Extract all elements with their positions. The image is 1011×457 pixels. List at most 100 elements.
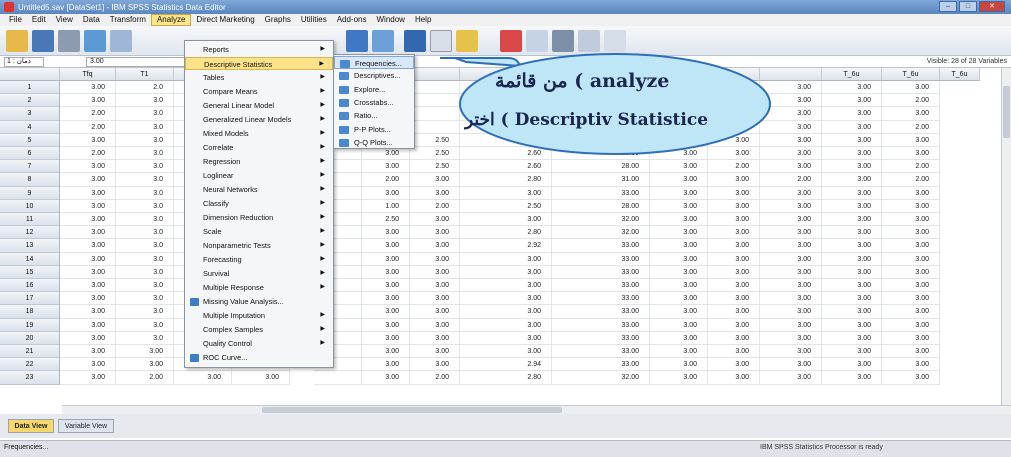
data-cell[interactable]: 3.00: [708, 371, 760, 385]
data-cell[interactable]: [552, 94, 650, 108]
data-cell[interactable]: [410, 94, 460, 108]
menu-item-classify[interactable]: Classify ▶: [185, 197, 333, 210]
data-cell[interactable]: 3.00: [650, 345, 708, 359]
data-cell[interactable]: 3.00: [460, 331, 552, 345]
data-cell[interactable]: 2.00: [760, 173, 822, 187]
open-file-icon[interactable]: [6, 30, 28, 52]
data-cell[interactable]: 3.0: [116, 305, 174, 319]
select-cases-icon[interactable]: [552, 30, 574, 52]
data-cell[interactable]: 2.00: [362, 173, 410, 187]
menu-analyze[interactable]: Analyze: [150, 14, 192, 26]
horizontal-scrollbar[interactable]: [62, 405, 1011, 414]
data-cell[interactable]: 3.00: [362, 160, 410, 174]
data-cell[interactable]: 3.00: [650, 305, 708, 319]
data-cell[interactable]: [410, 120, 460, 134]
data-cell[interactable]: 3.00: [760, 81, 822, 95]
data-cell[interactable]: 3.00: [822, 331, 882, 345]
menu-direct-marketing[interactable]: Direct Marketing: [191, 14, 259, 26]
data-cell[interactable]: 3.00: [650, 199, 708, 213]
data-cell[interactable]: 3.00: [822, 213, 882, 227]
data-cell[interactable]: 3.0: [116, 199, 174, 213]
data-cell[interactable]: 3.00: [708, 147, 760, 161]
menu-item-loglinear[interactable]: Loglinear ▶: [185, 169, 333, 182]
insert-variable-icon[interactable]: [456, 30, 478, 52]
data-cell[interactable]: 3.00: [60, 94, 116, 108]
data-cell[interactable]: 3.00: [410, 331, 460, 345]
data-cell[interactable]: 3.00: [822, 265, 882, 279]
data-cell[interactable]: 3.00: [362, 292, 410, 306]
data-cell[interactable]: 3.00: [460, 265, 552, 279]
vertical-scroll-thumb[interactable]: [1003, 86, 1010, 138]
data-cell[interactable]: 3.00: [882, 318, 940, 332]
menu-item-generalized-linear-models[interactable]: Generalized Linear Models ▶: [185, 113, 333, 126]
data-cell[interactable]: 3.00: [362, 279, 410, 293]
row-header[interactable]: 2: [0, 94, 60, 108]
submenu-item-p-p-plots[interactable]: P-P Plots...: [334, 123, 414, 136]
menu-item-dimension-reduction[interactable]: Dimension Reduction ▶: [185, 211, 333, 224]
menu-window[interactable]: Window: [371, 14, 409, 26]
data-cell[interactable]: 3.00: [708, 318, 760, 332]
data-cell[interactable]: 2.80: [460, 371, 552, 385]
data-cell[interactable]: 3.0: [116, 279, 174, 293]
menu-item-general-linear-model[interactable]: General Linear Model ▶: [185, 99, 333, 112]
data-cell[interactable]: 3.00: [60, 331, 116, 345]
menu-data[interactable]: Data: [78, 14, 105, 26]
data-cell[interactable]: 3.00: [760, 226, 822, 240]
data-cell[interactable]: 3.00: [708, 305, 760, 319]
menu-item-missing-value-analysis[interactable]: Missing Value Analysis...: [185, 295, 333, 308]
data-cell[interactable]: 3.0: [116, 239, 174, 253]
data-cell[interactable]: 3.0: [116, 265, 174, 279]
data-cell[interactable]: 2.00: [708, 160, 760, 174]
row-header[interactable]: 14: [0, 252, 60, 266]
data-cell[interactable]: 3.00: [60, 226, 116, 240]
data-cell[interactable]: 3.00: [362, 331, 410, 345]
data-cell[interactable]: 2.00: [882, 173, 940, 187]
data-cell[interactable]: 3.00: [708, 331, 760, 345]
data-cell[interactable]: 3.00: [362, 371, 410, 385]
column-header[interactable]: [410, 68, 460, 81]
data-cell[interactable]: 3.00: [760, 371, 822, 385]
data-cell[interactable]: 3.00: [650, 252, 708, 266]
data-cell[interactable]: 29.00: [552, 147, 650, 161]
data-cell[interactable]: 33.00: [552, 345, 650, 359]
menu-item-neural-networks[interactable]: Neural Networks ▶: [185, 183, 333, 196]
column-header[interactable]: T1: [116, 68, 174, 81]
data-cell[interactable]: 2.00: [650, 133, 708, 147]
data-cell[interactable]: [410, 107, 460, 121]
data-cell[interactable]: [314, 371, 362, 385]
data-cell[interactable]: 3.00: [822, 199, 882, 213]
data-cell[interactable]: 3.00: [362, 358, 410, 372]
close-button[interactable]: ✕: [979, 1, 1005, 12]
data-cell[interactable]: 2.00: [60, 107, 116, 121]
horizontal-scroll-thumb[interactable]: [262, 407, 562, 413]
row-header[interactable]: 9: [0, 186, 60, 200]
data-cell[interactable]: 2.00: [882, 160, 940, 174]
menu-item-tables[interactable]: Tables ▶: [185, 71, 333, 84]
data-cell[interactable]: 3.0: [116, 226, 174, 240]
data-cell[interactable]: 3.00: [882, 292, 940, 306]
data-cell[interactable]: 3.00: [822, 81, 882, 95]
submenu-item-ratio[interactable]: Ratio...: [334, 109, 414, 122]
data-cell[interactable]: 3.0: [116, 107, 174, 121]
data-cell[interactable]: 2.60: [460, 160, 552, 174]
menu-item-regression[interactable]: Regression ▶: [185, 155, 333, 168]
data-cell[interactable]: 34.00: [552, 133, 650, 147]
data-cell[interactable]: 3.00: [410, 252, 460, 266]
row-header[interactable]: 19: [0, 318, 60, 332]
data-cell[interactable]: [410, 81, 460, 95]
row-header[interactable]: 5: [0, 133, 60, 147]
data-cell[interactable]: 33.00: [552, 239, 650, 253]
data-cell[interactable]: 3.00: [60, 239, 116, 253]
data-cell[interactable]: 3.00: [882, 213, 940, 227]
data-cell[interactable]: 3.00: [760, 358, 822, 372]
data-cell[interactable]: 2.50: [460, 199, 552, 213]
maximize-button[interactable]: □: [959, 1, 977, 12]
data-cell[interactable]: 2.0: [116, 81, 174, 95]
use-sets-icon[interactable]: [604, 30, 626, 52]
data-cell[interactable]: 32.00: [552, 371, 650, 385]
data-cell[interactable]: 32.00: [552, 226, 650, 240]
data-cell[interactable]: 3.00: [362, 265, 410, 279]
row-header[interactable]: 6: [0, 147, 60, 161]
menu-graphs[interactable]: Graphs: [260, 14, 296, 26]
data-cell[interactable]: 3.00: [760, 331, 822, 345]
